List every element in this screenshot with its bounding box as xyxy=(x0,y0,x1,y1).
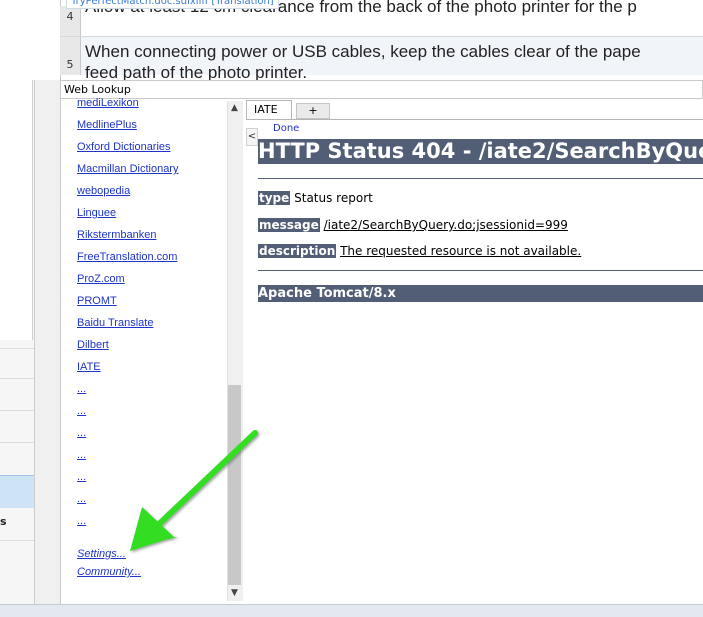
strip-label-fragment: s xyxy=(0,515,7,528)
description-row: description The requested resource is no… xyxy=(258,244,581,258)
annotation-arrow-icon xyxy=(130,430,258,551)
message-row: message /iate2/SearchByQuery.do;jsession… xyxy=(258,218,568,232)
segment-text[interactable]: When connecting power or USB cables, kee… xyxy=(85,42,641,62)
link-promt[interactable]: PROMT xyxy=(77,295,117,307)
segment-text[interactable]: feed path of the photo printer. xyxy=(85,63,307,80)
add-tab-button[interactable]: + xyxy=(296,103,330,119)
scroll-up-icon[interactable]: ▲ xyxy=(227,101,242,116)
link-placeholder[interactable]: ... xyxy=(77,427,86,439)
type-row: type Status report xyxy=(258,191,373,205)
divider xyxy=(258,178,703,179)
link-placeholder[interactable]: ... xyxy=(77,405,86,417)
link-medilexikon[interactable]: mediLexikon xyxy=(77,97,139,109)
collapse-panel-icon[interactable]: < xyxy=(246,128,258,146)
editor-area: TryPerfectMatch.doc.sdlxliff [Translatio… xyxy=(0,0,703,80)
divider xyxy=(258,270,703,271)
status-bar xyxy=(0,604,703,617)
link-oxford-dictionaries[interactable]: Oxford Dictionaries xyxy=(77,141,171,153)
tab-iate[interactable]: IATE xyxy=(246,100,292,119)
link-placeholder[interactable]: ... xyxy=(77,515,86,527)
link-macmillan-dictionary[interactable]: Macmillan Dictionary xyxy=(77,163,178,175)
error-title: HTTP Status 404 - /iate2/SearchByQuery.d… xyxy=(258,139,703,164)
description-label: description xyxy=(258,244,337,258)
description-value: The requested resource is not available. xyxy=(340,244,582,258)
link-webopedia[interactable]: webopedia xyxy=(77,185,130,197)
link-rikstermbanken[interactable]: Rikstermbanken xyxy=(77,229,156,241)
document-tab[interactable]: TryPerfectMatch.doc.sdlxliff [Translatio… xyxy=(66,0,279,9)
link-medlineplus[interactable]: MedlinePlus xyxy=(77,119,137,131)
link-placeholder[interactable]: ... xyxy=(77,449,86,461)
link-linguee[interactable]: Linguee xyxy=(77,207,116,219)
left-panel-top xyxy=(0,80,33,340)
link-baidu-translate[interactable]: Baidu Translate xyxy=(77,317,153,329)
community-link[interactable]: Community... xyxy=(77,566,141,578)
message-value: /iate2/SearchByQuery.do;jsessionid=999 xyxy=(323,218,568,232)
scroll-down-icon[interactable]: ▼ xyxy=(227,586,242,601)
strip-row-selected[interactable] xyxy=(0,475,34,508)
link-freetranslation[interactable]: FreeTranslation.com xyxy=(77,251,177,263)
browser-status: Done xyxy=(273,123,300,134)
settings-link[interactable]: Settings... xyxy=(77,548,126,560)
left-navigation-strip: s xyxy=(0,80,35,606)
editor-left-gutter xyxy=(0,0,61,80)
message-label: message xyxy=(258,218,320,232)
link-placeholder[interactable]: ... xyxy=(77,383,86,395)
web-lookup-header: Web Lookup xyxy=(60,80,703,99)
strip-row[interactable] xyxy=(0,410,34,411)
server-footer: Apache Tomcat/8.x xyxy=(258,285,703,302)
link-proz[interactable]: ProZ.com xyxy=(77,273,125,285)
tab-strip-line xyxy=(246,119,703,120)
link-dilbert[interactable]: Dilbert xyxy=(77,339,109,351)
strip-row[interactable] xyxy=(0,348,34,349)
segment-number: 5 xyxy=(60,37,81,75)
segment-number: 4 xyxy=(60,6,81,36)
strip-row[interactable] xyxy=(0,540,34,541)
link-placeholder[interactable]: ... xyxy=(77,471,86,483)
link-iate[interactable]: IATE xyxy=(77,361,101,373)
type-label: type xyxy=(258,191,291,205)
strip-row[interactable] xyxy=(0,378,34,379)
strip-row[interactable] xyxy=(0,442,34,443)
type-value: Status report xyxy=(294,191,373,205)
link-placeholder[interactable]: ... xyxy=(77,493,86,505)
